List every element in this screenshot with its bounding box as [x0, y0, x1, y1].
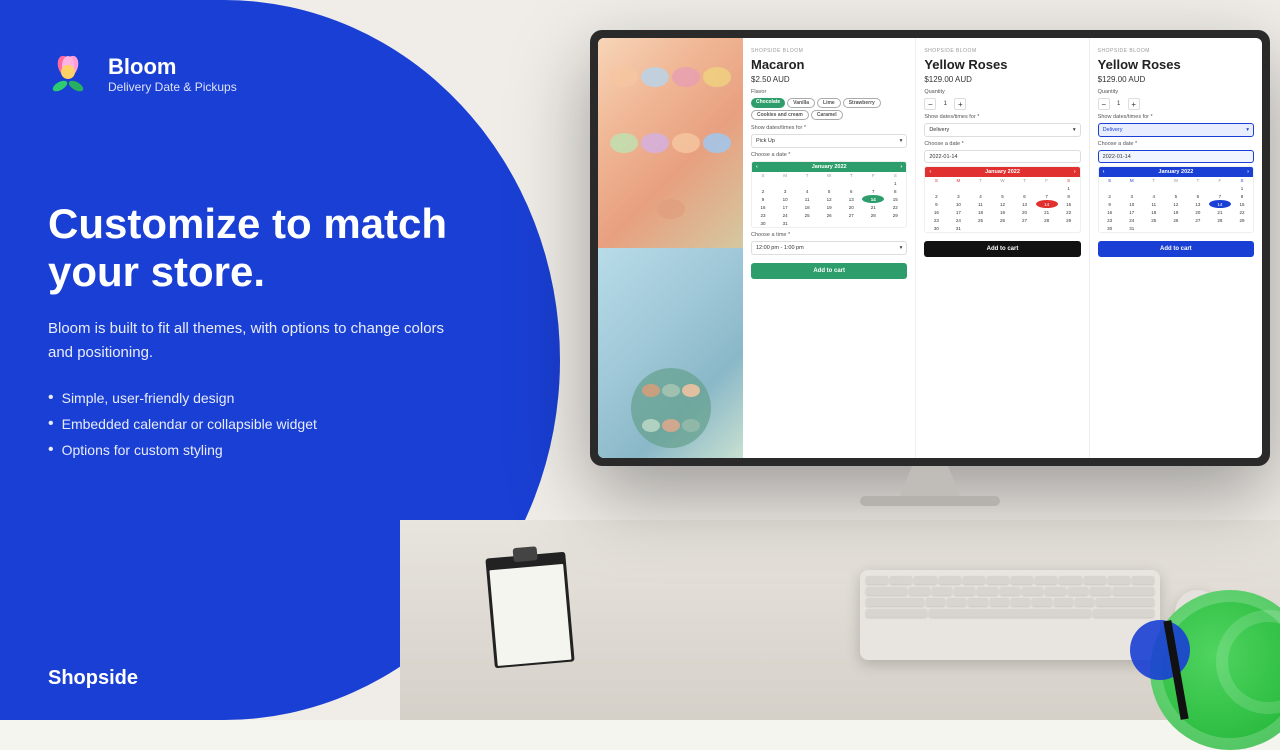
cal1-header: ‹ January 2022 › [752, 162, 906, 172]
qty-val-2: 1 [940, 101, 950, 107]
feature-item-3: Options for custom styling [48, 441, 448, 459]
panel1-flavor-label: Flavor [751, 89, 907, 95]
tag-strawberry[interactable]: Strawberry [843, 98, 881, 108]
panel1-title: Macaron [751, 57, 907, 72]
monitor-container: SHOPSIDE BLOOM Macaron $2.50 AUD Flavor … [560, 30, 1280, 506]
qty-plus-2[interactable]: + [954, 98, 966, 110]
flavor-tags: Chocolate Vanilla Lime Strawberry Cookie… [751, 98, 907, 120]
panel1-dropdown[interactable]: Pick Up ▾ [751, 134, 907, 148]
cal3-header: ‹ January 2022 › [1099, 167, 1253, 177]
panel2-calendar: ‹ January 2022 › SMTWTFS 1 2345678 91011… [924, 166, 1080, 233]
app-title: Bloom [108, 54, 237, 80]
clipboard [485, 552, 574, 669]
panel3-title: Yellow Roses [1098, 57, 1254, 72]
monitor-frame: SHOPSIDE BLOOM Macaron $2.50 AUD Flavor … [590, 30, 1270, 466]
left-content: Customize to match your store. Bloom is … [48, 200, 448, 459]
panel2-price: $129.00 AUD [924, 75, 1080, 84]
panel-yellow-roses-1: SHOPSIDE BLOOM Yellow Roses $129.00 AUD … [916, 38, 1089, 458]
panel1-brand: SHOPSIDE BLOOM [751, 48, 907, 54]
monitor-screen: SHOPSIDE BLOOM Macaron $2.50 AUD Flavor … [598, 38, 1262, 458]
feature-item-1: Simple, user-friendly design [48, 389, 448, 407]
cal3-grid: SMTWTFS 1 2345678 9101112131415 16171819… [1099, 177, 1253, 232]
logo-area: Bloom Delivery Date & Pickups [42, 48, 237, 100]
keyboard-keys [860, 570, 1160, 623]
qty-plus-3[interactable]: + [1128, 98, 1140, 110]
panel3-date-label: Choose a date * [1098, 141, 1254, 147]
clipboard-paper [489, 564, 571, 666]
panel2-date-input[interactable]: 2022-01-14 [924, 150, 1080, 163]
blue-decoration [1130, 620, 1190, 680]
monitor-base [860, 496, 1000, 506]
panel3-add-to-cart[interactable]: Add to cart [1098, 241, 1254, 257]
product-image-top [598, 38, 743, 248]
panel2-add-to-cart[interactable]: Add to cart [924, 241, 1080, 257]
headline: Customize to match your store. [48, 200, 448, 297]
logo-text: Bloom Delivery Date & Pickups [108, 54, 237, 94]
panel3-dates-label: Show dates/times for * [1098, 114, 1254, 120]
panel1-dates-label: Show dates/times for * [751, 125, 907, 131]
monitor: SHOPSIDE BLOOM Macaron $2.50 AUD Flavor … [590, 30, 1270, 506]
panel-yellow-roses-2: SHOPSIDE BLOOM Yellow Roses $129.00 AUD … [1090, 38, 1262, 458]
panel2-title: Yellow Roses [924, 57, 1080, 72]
description: Bloom is built to fit all themes, with o… [48, 317, 448, 365]
qty-val-3: 1 [1114, 101, 1124, 107]
monitor-stand [900, 466, 960, 496]
panel3-brand: SHOPSIDE BLOOM [1098, 48, 1254, 54]
panel3-date-input[interactable]: 2022-01-14 [1098, 150, 1254, 163]
panel2-brand: SHOPSIDE BLOOM [924, 48, 1080, 54]
panel1-time-dropdown[interactable]: 12:00 pm - 1:00 pm ▾ [751, 241, 907, 255]
panel2-dropdown[interactable]: Delivery ▾ [924, 123, 1080, 137]
cal1-grid: SMTWTFS 1 2345678 9101112131415 16171819… [752, 172, 906, 227]
qty-row-3: − 1 + [1098, 98, 1254, 110]
panel3-dropdown[interactable]: Delivery ▾ [1098, 123, 1254, 137]
app-subtitle: Delivery Date & Pickups [108, 80, 237, 94]
panel-macaron: SHOPSIDE BLOOM Macaron $2.50 AUD Flavor … [743, 38, 916, 458]
panel3-calendar: ‹ January 2022 › SMTWTFS 1 2345678 91011… [1098, 166, 1254, 233]
panel2-date-label: Choose a date * [924, 141, 1080, 147]
feature-item-2: Embedded calendar or collapsible widget [48, 415, 448, 433]
tag-chocolate[interactable]: Chocolate [751, 98, 785, 108]
panel1-price: $2.50 AUD [751, 75, 907, 84]
panel2-qty-label: Quantity [924, 89, 1080, 95]
tag-vanilla[interactable]: Vanilla [787, 98, 815, 108]
panel1-date-label: Choose a date * [751, 152, 907, 158]
panel1-add-to-cart[interactable]: Add to cart [751, 263, 907, 279]
shopside-label: Shopside [48, 667, 138, 690]
panel2-dates-label: Show dates/times for * [924, 114, 1080, 120]
product-images [598, 38, 743, 458]
keyboard [860, 570, 1160, 660]
tag-lime[interactable]: Lime [817, 98, 841, 108]
panel1-calendar: ‹ January 2022 › SMTWTFS 1 2345678 91011… [751, 161, 907, 228]
product-image-bottom [598, 248, 743, 458]
panel3-price: $129.00 AUD [1098, 75, 1254, 84]
cal2-header: ‹ January 2022 › [925, 167, 1079, 177]
panel3-qty-label: Quantity [1098, 89, 1254, 95]
qty-row-2: − 1 + [924, 98, 1080, 110]
tag-cookies[interactable]: Cookies and cream [751, 110, 809, 120]
panel1-time-label: Choose a time * [751, 232, 907, 238]
clipboard-clip [513, 546, 538, 562]
feature-list: Simple, user-friendly design Embedded ca… [48, 389, 448, 459]
qty-minus-2[interactable]: − [924, 98, 936, 110]
bloom-logo-icon [42, 48, 94, 100]
qty-minus-3[interactable]: − [1098, 98, 1110, 110]
tag-caramel[interactable]: Caramel [811, 110, 843, 120]
cal2-grid: SMTWTFS 1 2345678 9101112131415 16171819… [925, 177, 1079, 232]
